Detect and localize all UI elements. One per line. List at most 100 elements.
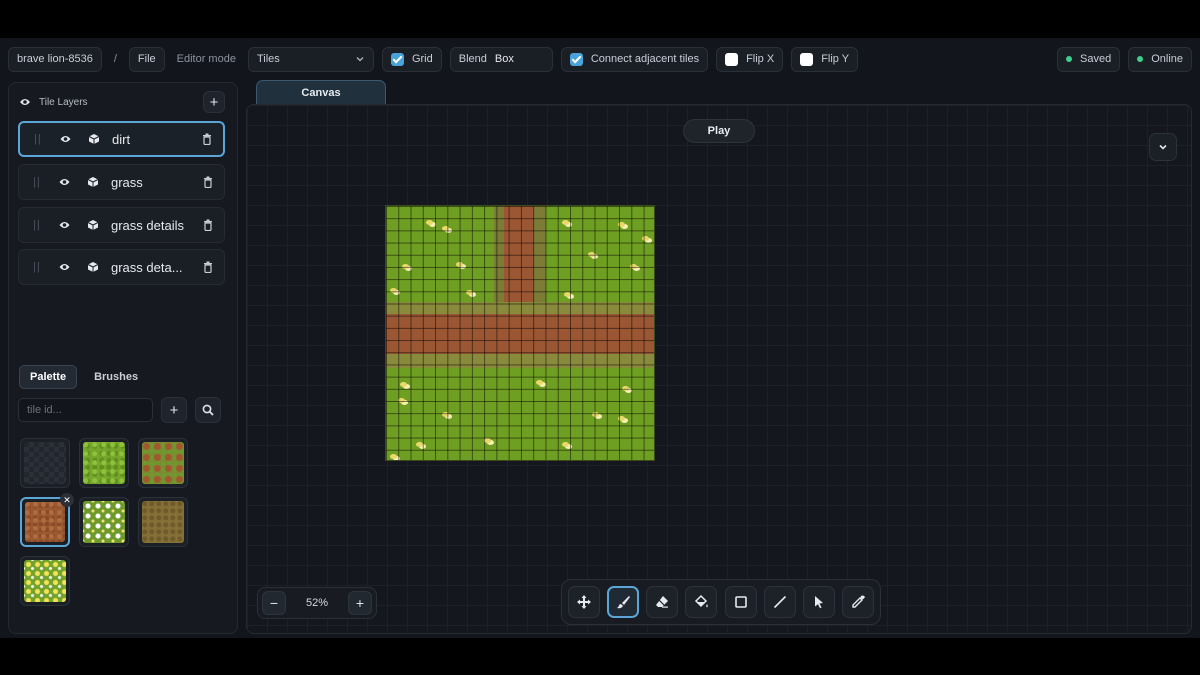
map-grid-overlay	[386, 206, 654, 460]
rectangle-tool-button[interactable]	[724, 586, 757, 618]
flip-y-checkbox[interactable]	[800, 52, 814, 66]
eyedropper-icon	[852, 595, 865, 608]
palette-tile-mud[interactable]	[138, 497, 188, 547]
move-tool-button[interactable]	[568, 586, 600, 618]
blend-label: Blend	[458, 53, 487, 65]
play-button[interactable]: Play	[683, 119, 755, 143]
layer-name: dirt	[112, 131, 131, 147]
grid-label: Grid	[411, 53, 433, 65]
cube-icon	[83, 128, 105, 150]
tile-search-row: +	[18, 397, 221, 423]
zoom-control: − 52% +	[257, 587, 377, 619]
flowers-tile-icon	[83, 501, 125, 543]
canvas-area[interactable]: Play − 52% +	[246, 104, 1192, 634]
editor-mode-select[interactable]: Tiles	[247, 46, 374, 72]
cube-icon	[82, 214, 104, 236]
tile-map[interactable]	[385, 205, 655, 461]
flip-x-label: Flip X	[746, 53, 775, 65]
palette-tile-white-flowers[interactable]	[79, 497, 129, 547]
blend-select[interactable]: Blend Box	[449, 46, 553, 72]
grass-dirt-tile-icon	[142, 442, 184, 484]
zoom-in-button[interactable]: +	[348, 591, 372, 615]
eyedropper-tool-button[interactable]	[841, 586, 874, 618]
select-pointer-icon	[814, 596, 823, 609]
layer-name: grass details	[111, 217, 184, 233]
flip-x-toggle[interactable]: Flip X	[716, 46, 784, 72]
mud-tile-icon	[142, 501, 184, 543]
editor-app: brave lion-8536 / File Editor mode Tiles…	[0, 38, 1200, 638]
eye-icon[interactable]	[53, 256, 75, 278]
drag-handle-icon[interactable]: ||	[34, 133, 54, 145]
trash-icon[interactable]	[200, 219, 216, 231]
layer-name: grass	[111, 174, 143, 190]
layer-item-grass-details[interactable]: || grass details	[18, 207, 225, 243]
search-button[interactable]	[195, 397, 221, 423]
online-status: Online	[1128, 46, 1192, 72]
eraser-tool-button[interactable]	[646, 586, 679, 618]
eye-icon[interactable]	[53, 171, 75, 193]
grid-checkbox[interactable]	[390, 52, 404, 66]
chevron-down-icon	[356, 57, 364, 62]
collapse-button[interactable]	[1149, 133, 1177, 161]
palette-tile-yellow-flowers[interactable]	[20, 556, 70, 606]
zoom-out-button[interactable]: −	[262, 591, 286, 615]
online-label: Online	[1151, 53, 1183, 65]
eye-icon[interactable]	[54, 128, 76, 150]
drag-handle-icon[interactable]: ||	[33, 176, 53, 188]
fill-tool-button[interactable]	[685, 586, 718, 618]
eraser-icon	[656, 596, 669, 608]
connect-adjacent-toggle[interactable]: Connect adjacent tiles	[560, 46, 709, 72]
brush-tool-button[interactable]	[607, 586, 640, 618]
fill-bucket-icon	[695, 594, 709, 608]
connect-adjacent-label: Connect adjacent tiles	[590, 53, 700, 65]
yellow-flowers-tile-icon	[24, 560, 66, 602]
file-menu-button[interactable]: File	[128, 46, 165, 72]
panel-tabs: Palette Brushes	[19, 365, 149, 389]
top-toolbar: brave lion-8536 / File Editor mode Tiles…	[0, 38, 1200, 80]
grid-toggle[interactable]: Grid	[381, 46, 442, 72]
line-icon	[773, 595, 786, 609]
tab-palette[interactable]: Palette	[19, 365, 78, 389]
palette-tile-empty[interactable]	[20, 438, 70, 488]
tool-palette	[561, 579, 881, 625]
layer-item-dirt[interactable]: || dirt	[18, 121, 225, 157]
eye-icon[interactable]	[53, 214, 75, 236]
connect-adjacent-checkbox[interactable]	[569, 52, 583, 66]
select-tool-button[interactable]	[802, 586, 835, 618]
brush-icon	[617, 596, 631, 609]
trash-icon[interactable]	[200, 261, 216, 273]
tile-layers-header: Tile Layers +	[19, 91, 225, 113]
palette-tile-dirt[interactable]: ✕	[20, 493, 74, 547]
dirt-tile-icon	[25, 502, 65, 542]
line-tool-button[interactable]	[763, 586, 796, 618]
breadcrumb-separator: /	[113, 53, 117, 65]
layer-item-grass-details-2[interactable]: || grass deta...	[18, 249, 225, 285]
trash-icon[interactable]	[199, 133, 215, 145]
blend-value: Box	[494, 53, 514, 65]
online-dot-icon	[1137, 56, 1144, 62]
cube-icon	[82, 171, 104, 193]
palette-tile-grass-dirt[interactable]	[138, 438, 188, 488]
editor-mode-label: Editor mode	[176, 53, 236, 65]
zoom-level: 52%	[305, 597, 329, 609]
project-name[interactable]: brave lion-8536	[8, 46, 102, 72]
drag-handle-icon[interactable]: ||	[33, 261, 53, 273]
close-icon[interactable]: ✕	[60, 493, 74, 507]
tab-brushes[interactable]: Brushes	[83, 365, 149, 389]
chevron-down-icon	[1159, 144, 1167, 150]
saved-dot-icon	[1066, 56, 1072, 62]
drag-handle-icon[interactable]: ||	[33, 219, 53, 231]
trash-icon[interactable]	[200, 176, 216, 188]
eye-icon[interactable]	[19, 97, 31, 107]
add-tile-button[interactable]: +	[161, 397, 187, 423]
tab-canvas[interactable]: Canvas	[256, 80, 386, 104]
tile-id-input[interactable]	[18, 398, 153, 422]
tile-layers-title: Tile Layers	[39, 96, 88, 108]
flip-x-checkbox[interactable]	[725, 52, 739, 66]
saved-label: Saved	[1080, 53, 1112, 65]
saved-status: Saved	[1057, 46, 1121, 72]
palette-tile-grass[interactable]	[79, 438, 129, 488]
add-layer-button[interactable]: +	[203, 91, 225, 113]
layer-item-grass[interactable]: || grass	[18, 164, 225, 200]
flip-y-toggle[interactable]: Flip Y	[791, 46, 859, 72]
